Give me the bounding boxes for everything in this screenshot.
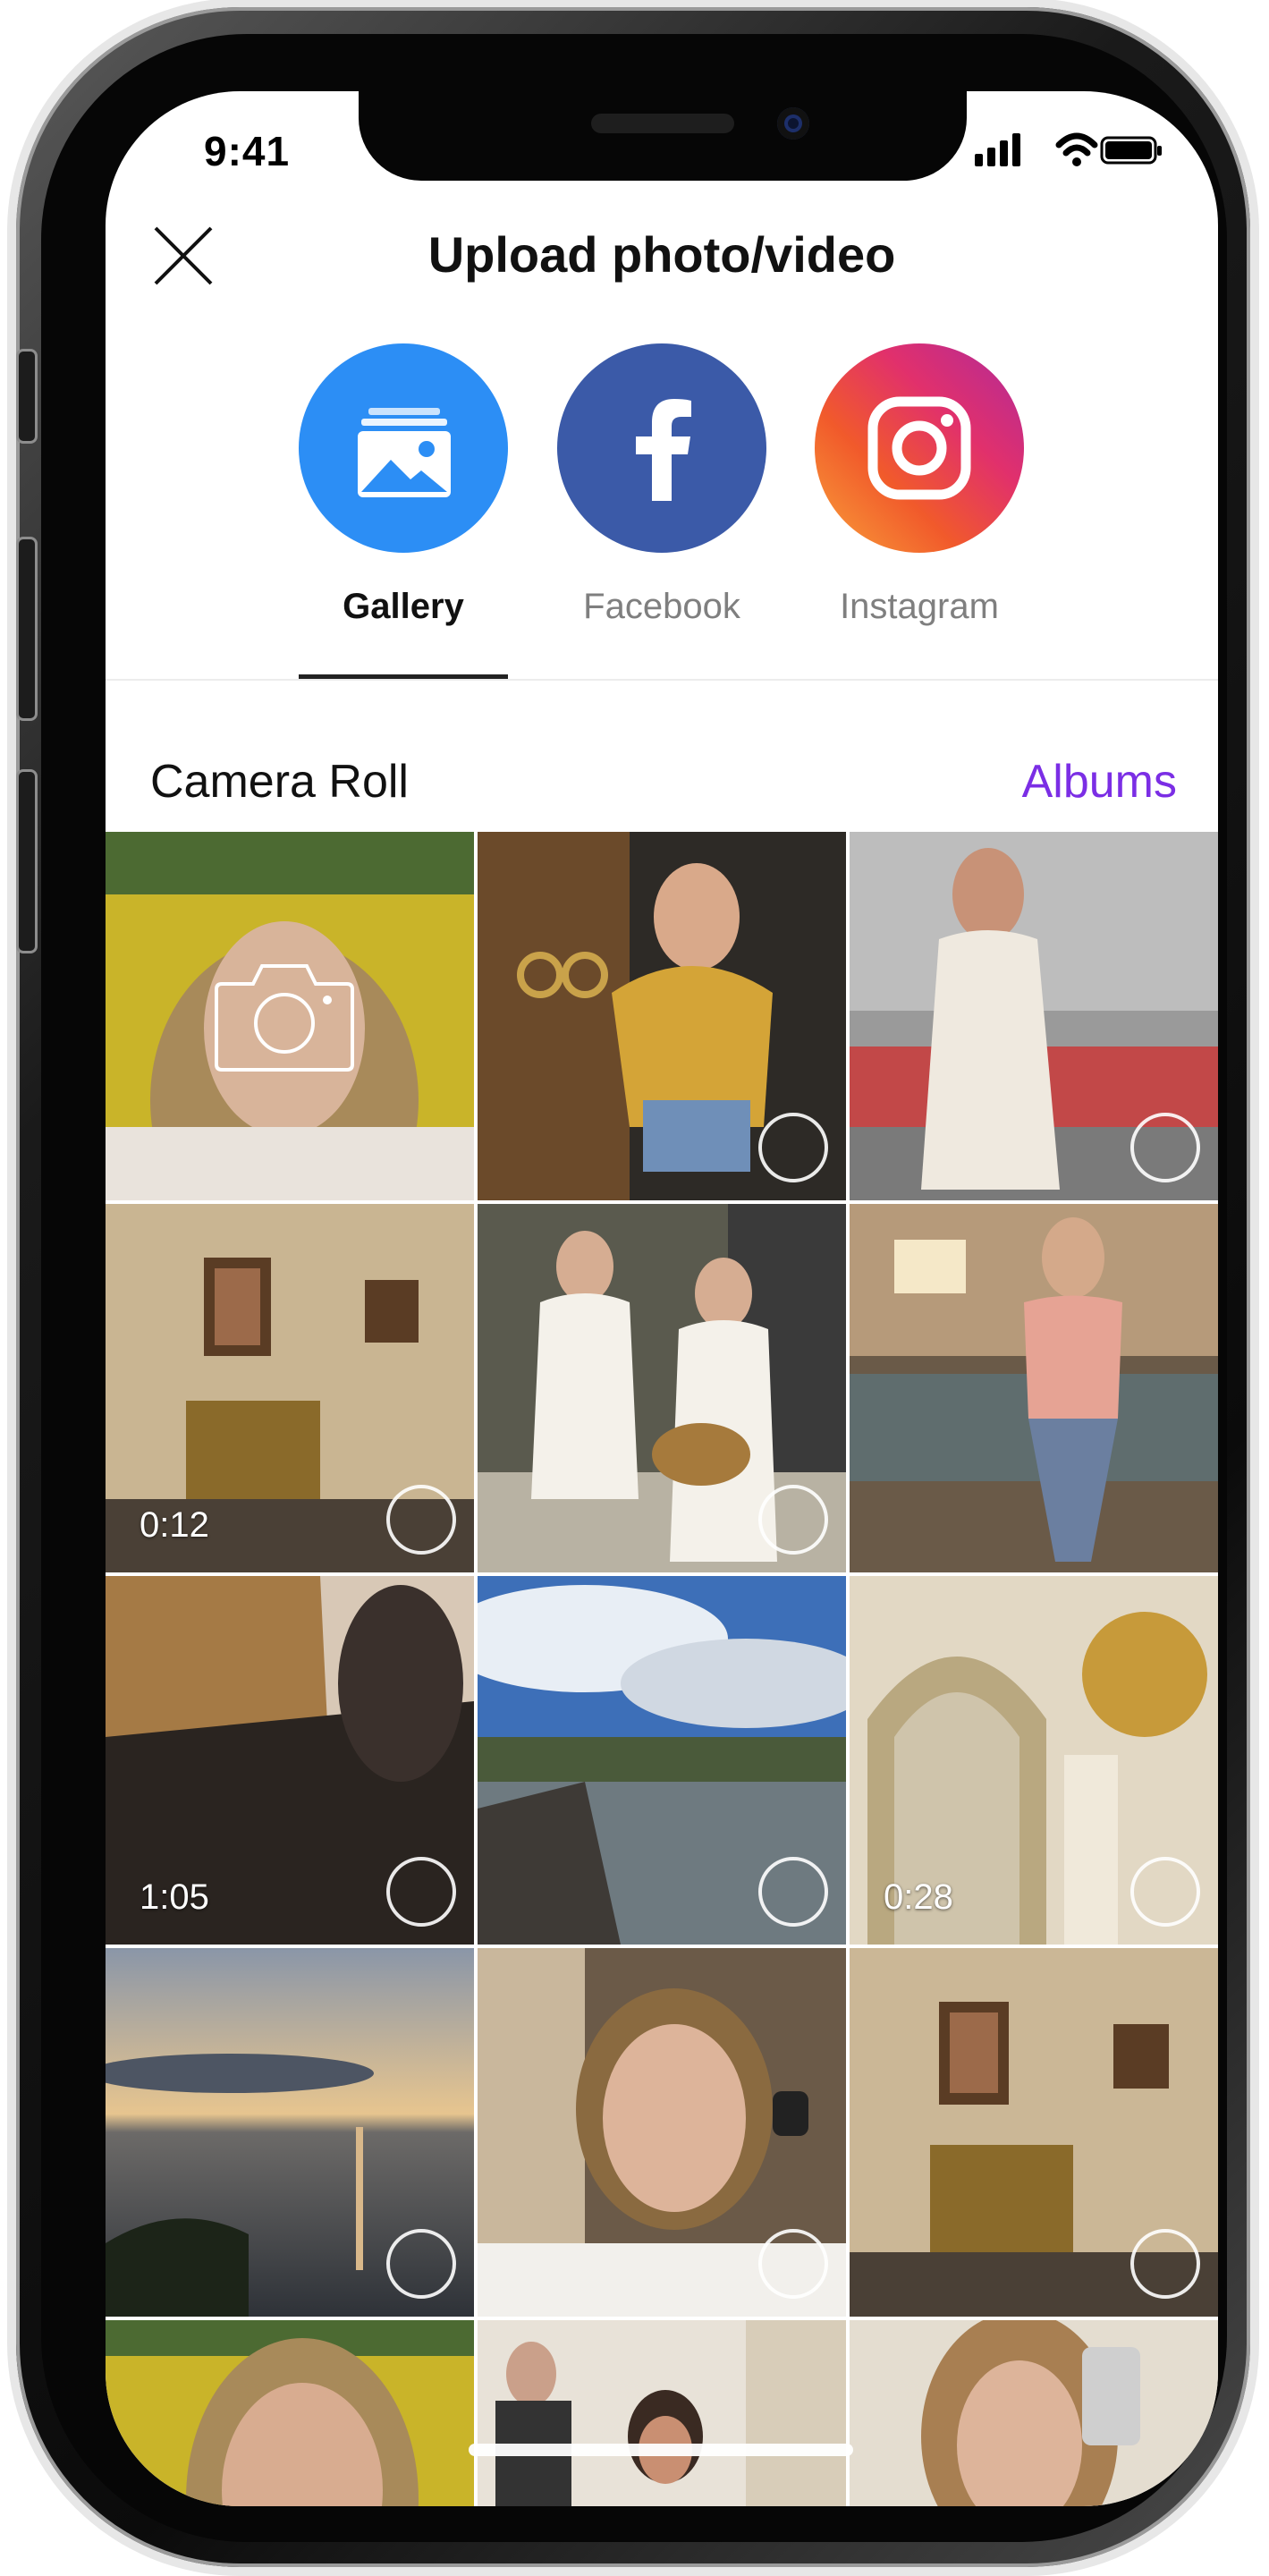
source-gallery[interactable]: Gallery (296, 343, 511, 627)
status-icons (975, 132, 1162, 166)
select-toggle[interactable] (386, 2229, 456, 2299)
instagram-icon (815, 343, 1024, 553)
select-toggle[interactable] (1130, 2229, 1200, 2299)
volume-down-button (16, 769, 38, 953)
battery-icon (1100, 136, 1162, 165)
source-label: Gallery (343, 587, 464, 626)
mute-switch (16, 349, 38, 444)
facebook-icon (557, 343, 766, 553)
grid-item[interactable]: 1:05 (106, 1576, 474, 1945)
grid-item[interactable] (478, 1576, 846, 1945)
grid-item[interactable] (106, 1948, 474, 2317)
grid-item[interactable] (478, 1948, 846, 2317)
select-toggle[interactable] (758, 1857, 828, 1927)
speaker (591, 114, 734, 133)
upload-sources: Gallery Facebook Instagram (106, 343, 1218, 701)
source-label: Facebook (583, 587, 740, 626)
grid-item[interactable] (478, 2320, 846, 2506)
wifi-icon (1055, 132, 1098, 166)
gallery-icon (299, 343, 508, 553)
albums-link[interactable]: Albums (1022, 755, 1177, 809)
camera-icon (215, 964, 354, 1072)
camera-roll-header: Camera Roll Albums (106, 717, 1218, 834)
grid-item[interactable] (106, 2320, 474, 2506)
source-label: Instagram (840, 587, 999, 626)
status-time: 9:41 (204, 128, 291, 174)
volume-up-button (16, 537, 38, 721)
video-duration: 0:28 (884, 1877, 953, 1917)
grid-item-camera[interactable] (106, 832, 474, 1200)
page-title: Upload photo/video (427, 226, 896, 283)
notch (359, 91, 967, 181)
grid-item[interactable] (850, 832, 1218, 1200)
cellular-signal-icon (975, 133, 1020, 166)
video-duration: 0:12 (140, 1505, 209, 1545)
source-facebook[interactable]: Facebook (554, 343, 769, 627)
video-duration: 1:05 (140, 1877, 209, 1917)
select-toggle[interactable] (386, 1857, 456, 1927)
grid-item[interactable] (478, 1204, 846, 1572)
app-screen: 9:41 Upload photo/video Gallery Facebook… (106, 91, 1218, 2506)
select-toggle[interactable] (758, 1485, 828, 1555)
select-toggle[interactable] (1130, 1857, 1200, 1927)
grid-item[interactable] (850, 1204, 1218, 1572)
grid-item[interactable]: 0:28 (850, 1576, 1218, 1945)
divider (106, 679, 1218, 681)
select-toggle[interactable] (758, 2229, 828, 2299)
source-instagram[interactable]: Instagram (812, 343, 1027, 627)
grid-item[interactable] (850, 2320, 1218, 2506)
select-toggle[interactable] (1130, 1113, 1200, 1182)
front-camera (777, 107, 809, 140)
select-toggle[interactable] (758, 1113, 828, 1182)
camera-roll-title: Camera Roll (150, 756, 409, 808)
home-indicator[interactable] (469, 2444, 853, 2456)
grid-item[interactable]: 0:12 (106, 1204, 474, 1572)
grid-item[interactable] (478, 832, 846, 1200)
select-toggle[interactable] (386, 1485, 456, 1555)
grid-item[interactable] (850, 1948, 1218, 2317)
